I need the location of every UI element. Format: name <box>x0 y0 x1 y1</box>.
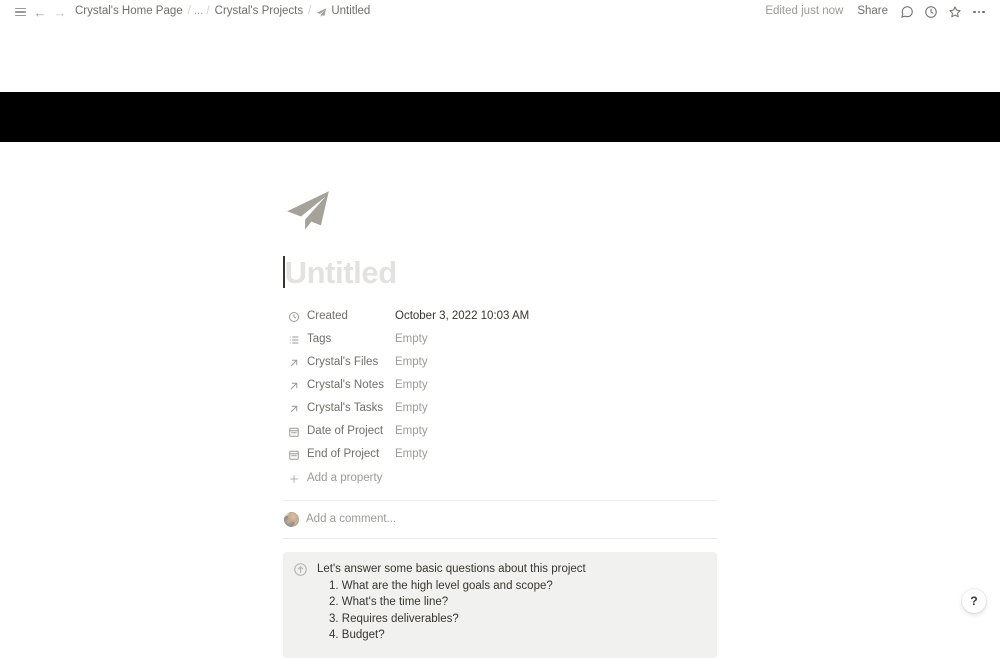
hamburger-icon <box>15 8 26 17</box>
page-icon-button[interactable] <box>283 185 333 235</box>
comment-input-row[interactable]: Add a comment... <box>283 500 717 539</box>
callout-list-item: 1. What are the high level goals and sco… <box>329 578 586 595</box>
property-label-date-of-project[interactable]: Date of Project <box>283 423 389 440</box>
breadcrumb-item-current[interactable]: Untitled <box>311 4 375 20</box>
add-property-label: Add a property <box>307 473 382 485</box>
page-content: Untitled Created October 3, 2022 10:03 A… <box>0 142 1000 658</box>
breadcrumb-current-label: Untitled <box>331 6 370 18</box>
property-label-created[interactable]: Created <box>283 308 389 325</box>
callout-question-list: 1. What are the high level goals and sco… <box>317 578 586 644</box>
property-value-crystals-tasks[interactable]: Empty <box>389 401 434 417</box>
callout-text: Let's answer some basic questions about … <box>317 561 586 644</box>
page-cover[interactable] <box>0 92 1000 142</box>
property-name: End of Project <box>307 449 379 461</box>
edited-status: Edited just now <box>759 4 849 20</box>
arrow-left-icon: ← <box>34 6 47 19</box>
property-label-crystals-tasks[interactable]: Crystal's Tasks <box>283 400 389 417</box>
property-value-crystals-notes[interactable]: Empty <box>389 378 434 394</box>
property-value-end-of-project[interactable]: Empty <box>389 447 434 463</box>
property-value-tags[interactable]: Empty <box>389 332 434 348</box>
top-bar-actions: Edited just now Share <box>759 2 990 22</box>
property-value-crystals-files[interactable]: Empty <box>389 355 434 371</box>
breadcrumb-item-ellipsis[interactable]: ... <box>191 4 207 20</box>
help-button[interactable]: ? <box>962 589 986 613</box>
calendar-icon <box>287 425 300 438</box>
property-row-date-of-project: Date of Project Empty <box>283 420 717 443</box>
property-row-crystals-notes: Crystal's Notes Empty <box>283 374 717 397</box>
comment-icon <box>900 5 914 19</box>
property-name: Tags <box>307 334 331 346</box>
property-name: Crystal's Notes <box>307 380 384 392</box>
property-value-date-of-project[interactable]: Empty <box>389 424 434 440</box>
share-button[interactable]: Share <box>851 4 894 20</box>
property-name: Crystal's Tasks <box>307 403 383 415</box>
calendar-icon <box>287 448 300 461</box>
property-label-crystals-notes[interactable]: Crystal's Notes <box>283 377 389 394</box>
callout-list-item: 2. What's the time line? <box>329 594 586 611</box>
history-button[interactable] <box>920 2 942 22</box>
arrow-up-right-icon <box>287 402 300 415</box>
comments-button[interactable] <box>896 2 918 22</box>
property-name: Date of Project <box>307 426 383 438</box>
callout-block[interactable]: Let's answer some basic questions about … <box>283 552 717 658</box>
property-row-tags: Tags Empty <box>283 328 717 351</box>
clock-icon <box>287 310 300 323</box>
callout-list-item: 4. Budget? <box>329 627 586 644</box>
arrow-right-icon: → <box>54 6 67 19</box>
page-title[interactable]: Untitled <box>283 251 717 293</box>
property-value-created[interactable]: October 3, 2022 10:03 AM <box>389 309 535 325</box>
plus-icon <box>287 472 300 485</box>
avatar <box>284 512 299 527</box>
paper-plane-icon <box>283 185 333 235</box>
more-horizontal-icon <box>973 11 985 14</box>
more-options-button[interactable] <box>968 2 990 22</box>
property-label-tags[interactable]: Tags <box>283 331 389 348</box>
star-icon <box>948 5 962 19</box>
add-property-button[interactable]: Add a property <box>283 467 717 490</box>
paper-plane-icon <box>316 7 327 18</box>
arrow-up-right-icon <box>287 379 300 392</box>
arrow-up-right-icon <box>287 356 300 369</box>
property-row-end-of-project: End of Project Empty <box>283 443 717 466</box>
callout-heading: Let's answer some basic questions about … <box>317 561 586 578</box>
breadcrumb: ← → Crystal's Home Page / ... / Crystal'… <box>10 2 759 22</box>
circle-arrow-up-icon <box>293 562 308 577</box>
favorite-button[interactable] <box>944 2 966 22</box>
property-row-created: Created October 3, 2022 10:03 AM <box>283 305 717 328</box>
property-list: Created October 3, 2022 10:03 AM Tags Em… <box>283 305 717 490</box>
top-bar: ← → Crystal's Home Page / ... / Crystal'… <box>0 0 1000 24</box>
property-name: Created <box>307 311 348 323</box>
breadcrumb-item-home[interactable]: Crystal's Home Page <box>70 4 188 20</box>
page-title-placeholder: Untitled <box>285 257 397 288</box>
property-row-crystals-files: Crystal's Files Empty <box>283 351 717 374</box>
sidebar-toggle-button[interactable] <box>10 2 30 22</box>
clock-icon <box>924 5 938 19</box>
breadcrumb-item-projects[interactable]: Crystal's Projects <box>210 4 308 20</box>
list-icon <box>287 333 300 346</box>
property-name: Crystal's Files <box>307 357 378 369</box>
property-row-crystals-tasks: Crystal's Tasks Empty <box>283 397 717 420</box>
property-label-end-of-project[interactable]: End of Project <box>283 446 389 463</box>
back-button[interactable]: ← <box>30 2 50 22</box>
property-label-crystals-files[interactable]: Crystal's Files <box>283 354 389 371</box>
forward-button[interactable]: → <box>50 2 70 22</box>
comment-placeholder: Add a comment... <box>306 514 396 526</box>
